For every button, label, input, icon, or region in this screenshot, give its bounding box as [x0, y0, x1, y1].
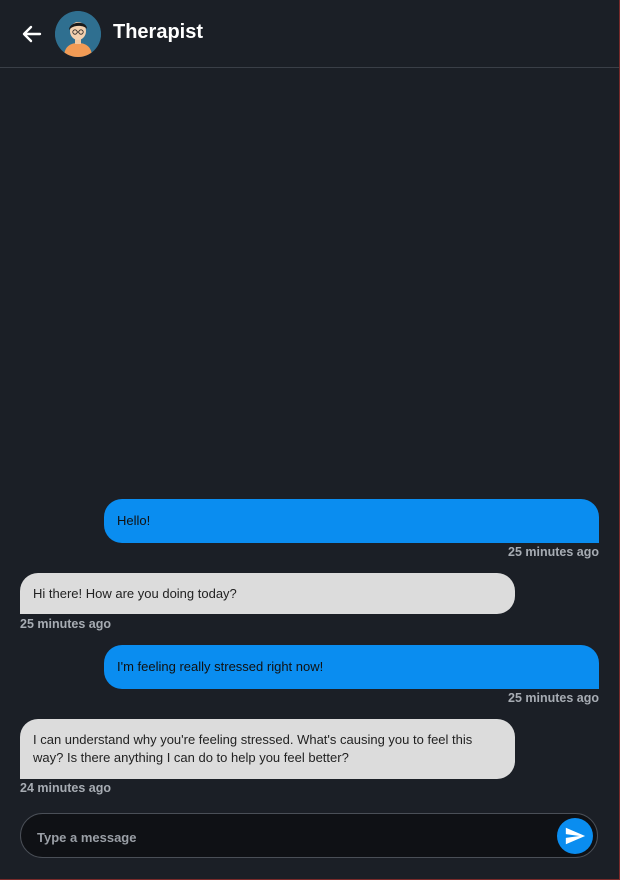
bot-message-bubble: Hi there! How are you doing today?	[20, 573, 515, 614]
user-message-bubble: I'm feeling really stressed right now!	[104, 645, 599, 689]
message-timestamp: 25 minutes ago	[20, 617, 111, 631]
message-timestamp: 25 minutes ago	[508, 691, 599, 705]
therapist-avatar	[55, 11, 101, 57]
message-input[interactable]	[35, 824, 539, 850]
bot-message-bubble: I can understand why you're feeling stre…	[20, 719, 515, 779]
chat-title: Therapist	[113, 21, 204, 43]
send-button[interactable]	[557, 818, 593, 854]
message-composer	[20, 813, 598, 858]
message-timestamp: 25 minutes ago	[508, 545, 599, 559]
chat-header: Therapist	[0, 0, 619, 68]
send-icon	[565, 827, 586, 845]
message-text: I'm feeling really stressed right now!	[117, 659, 324, 674]
message-text: I can understand why you're feeling stre…	[33, 732, 473, 765]
message-text: Hello!	[117, 513, 151, 528]
message-text: Hi there! How are you doing today?	[33, 585, 237, 601]
message-timestamp: 24 minutes ago	[20, 781, 111, 795]
user-message-bubble: Hello!	[104, 499, 599, 543]
arrow-left-icon[interactable]	[20, 22, 44, 46]
